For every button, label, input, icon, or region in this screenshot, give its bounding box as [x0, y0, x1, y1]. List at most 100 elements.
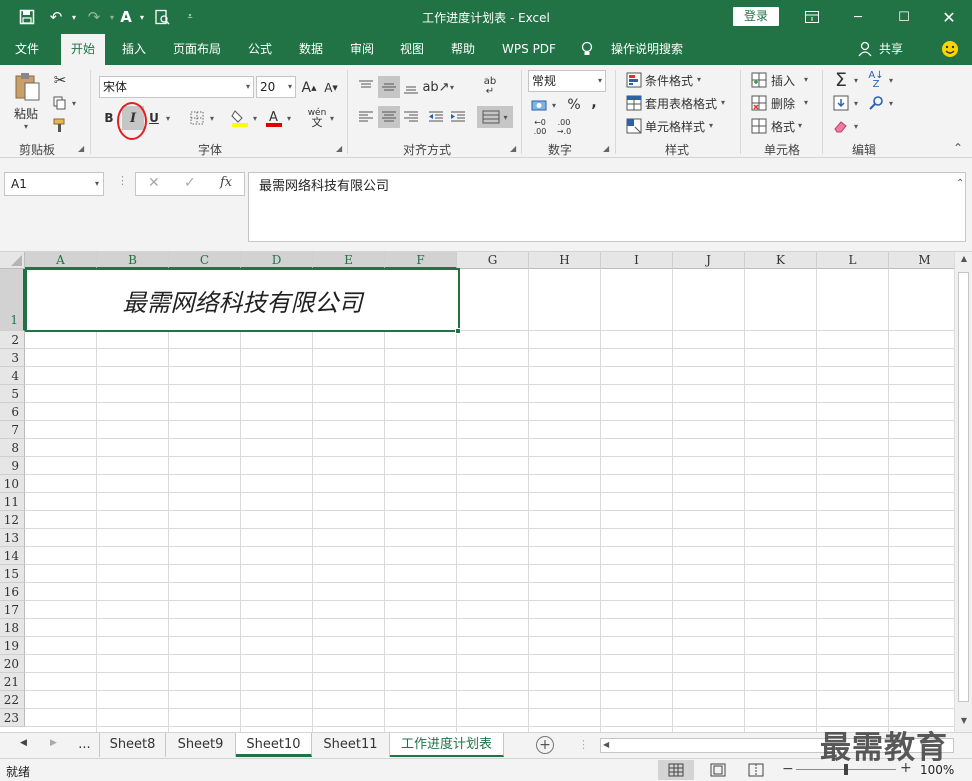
row-header-4[interactable]: 4 [0, 367, 25, 385]
row-header-15[interactable]: 15 [0, 565, 25, 583]
tab-help[interactable]: 帮助 [441, 34, 485, 65]
increase-indent-icon[interactable] [448, 107, 468, 127]
conditional-format-label[interactable]: 条件格式 [645, 72, 693, 89]
paste-icon[interactable] [12, 71, 42, 103]
scroll-up-icon[interactable]: ▲ [957, 254, 971, 268]
row-header-7[interactable]: 7 [0, 421, 25, 439]
align-left-icon[interactable] [356, 107, 376, 127]
alignment-launcher-icon[interactable]: ◢ [510, 144, 516, 153]
share-button[interactable]: 共享 [876, 34, 906, 65]
tab-scroll-left-icon[interactable]: ◀ [20, 738, 27, 748]
accounting-icon[interactable] [530, 95, 550, 115]
row-header-11[interactable]: 11 [0, 493, 25, 511]
collapse-formula-bar-icon[interactable]: ⌃ [956, 178, 964, 189]
phonetic-dropdown-icon[interactable]: ▾ [330, 114, 334, 123]
phonetic-icon[interactable]: wén 文 [306, 105, 328, 131]
copy-dropdown-icon[interactable]: ▾ [72, 99, 76, 108]
font-name-combo[interactable]: 宋体 ▾ [99, 76, 254, 98]
cell-styles-label[interactable]: 单元格样式 [645, 118, 705, 135]
add-sheet-icon[interactable]: + [536, 736, 554, 754]
fill-color-dropdown-icon[interactable]: ▾ [253, 114, 257, 123]
format-cells-dropdown-icon[interactable]: ▾ [798, 121, 802, 130]
number-format-dropdown-icon[interactable]: ▾ [598, 71, 602, 91]
sheet-tab-sheet9[interactable]: Sheet9 [166, 733, 236, 757]
column-header-j[interactable]: J [673, 252, 745, 269]
find-select-dropdown-icon[interactable]: ▾ [889, 99, 893, 108]
delete-cells-icon[interactable] [750, 94, 768, 112]
autosum-dropdown-icon[interactable]: ▾ [854, 76, 858, 85]
fill-handle[interactable] [455, 328, 461, 334]
sort-filter-icon[interactable]: A↓ Z [866, 70, 886, 90]
decrease-font-icon[interactable]: A ▼ [322, 78, 340, 98]
maximize-icon[interactable]: ☐ [881, 0, 927, 34]
insert-cells-dropdown-icon[interactable]: ▾ [804, 75, 808, 84]
insert-cells-icon[interactable] [750, 71, 768, 89]
format-as-table-label[interactable]: 套用表格格式 [645, 95, 717, 112]
column-header-g[interactable]: G [457, 252, 529, 269]
sheet-tab-sheet10[interactable]: Sheet10 [236, 733, 312, 757]
underline-dropdown-icon[interactable]: ▾ [166, 114, 170, 123]
increase-decimal-icon[interactable]: ←0.00 [530, 117, 550, 137]
delete-cells-label[interactable]: 删除 [771, 95, 795, 112]
orientation-icon[interactable]: ab↗ [422, 76, 449, 98]
conditional-format-dropdown-icon[interactable]: ▾ [697, 75, 701, 84]
increase-font-icon[interactable]: A ▲ [300, 78, 318, 98]
number-launcher-icon[interactable]: ◢ [603, 144, 609, 153]
row-header-9[interactable]: 9 [0, 457, 25, 475]
align-middle-icon[interactable] [378, 76, 400, 98]
row-header-10[interactable]: 10 [0, 475, 25, 493]
border-icon[interactable] [188, 108, 206, 128]
tab-view[interactable]: 视图 [391, 34, 433, 65]
column-header-a[interactable]: A [25, 252, 97, 269]
name-box-dropdown-icon[interactable]: ▾ [95, 173, 99, 195]
row-header-20[interactable]: 20 [0, 655, 25, 673]
column-header-b[interactable]: B [97, 252, 169, 269]
conditional-format-icon[interactable] [625, 71, 643, 89]
row-header-6[interactable]: 6 [0, 403, 25, 421]
collapse-ribbon-icon[interactable]: ⌃ [953, 141, 963, 155]
copy-icon[interactable] [50, 93, 70, 113]
merged-cell-a1-f1[interactable]: 最需网络科技有限公司 [25, 268, 460, 332]
row-header-8[interactable]: 8 [0, 439, 25, 457]
accounting-dropdown-icon[interactable]: ▾ [552, 101, 556, 110]
sort-filter-dropdown-icon[interactable]: ▾ [889, 76, 893, 85]
paste-label[interactable]: 粘贴 [14, 105, 38, 122]
smiley-icon[interactable] [940, 34, 960, 65]
column-header-e[interactable]: E [313, 252, 385, 269]
column-header-d[interactable]: D [241, 252, 313, 269]
name-box[interactable]: A1 ▾ [4, 172, 104, 196]
underline-button[interactable]: U [146, 108, 162, 128]
formula-input[interactable]: 最需网络科技有限公司 [248, 172, 966, 242]
align-top-icon[interactable] [356, 77, 376, 97]
sheet-tab-sheet11[interactable]: Sheet11 [312, 733, 390, 757]
more-sheets-button[interactable]: ... [70, 733, 100, 757]
number-format-combo[interactable]: 常规 ▾ [528, 70, 606, 92]
fill-icon[interactable] [832, 93, 850, 113]
cut-icon[interactable]: ✂ [50, 70, 70, 90]
tab-page-layout[interactable]: 页面布局 [165, 34, 229, 65]
minimize-icon[interactable]: ─ [835, 0, 881, 34]
tab-formulas[interactable]: 公式 [239, 34, 281, 65]
font-color-dropdown-icon[interactable]: ▾ [287, 114, 291, 123]
scroll-down-icon[interactable]: ▼ [957, 716, 971, 730]
sheet-tab-sheet8[interactable]: Sheet8 [100, 733, 166, 757]
column-header-l[interactable]: L [817, 252, 889, 269]
column-header-f[interactable]: F [385, 252, 457, 269]
row-header-1[interactable]: 1 [0, 269, 25, 331]
font-size-combo[interactable]: 20 ▾ [256, 76, 296, 98]
comma-button[interactable]: , [587, 93, 601, 113]
clear-icon[interactable] [832, 116, 850, 136]
scroll-left-icon[interactable]: ◀ [603, 740, 609, 749]
row-header-3[interactable]: 3 [0, 349, 25, 367]
format-as-table-icon[interactable] [625, 94, 643, 112]
font-size-dropdown-icon[interactable]: ▾ [288, 77, 292, 97]
normal-view-button[interactable] [658, 760, 694, 780]
row-header-18[interactable]: 18 [0, 619, 25, 637]
tell-me-search[interactable]: 操作说明搜索 [604, 34, 690, 65]
column-header-i[interactable]: I [601, 252, 673, 269]
align-center-icon[interactable] [378, 106, 400, 128]
align-right-icon[interactable] [401, 107, 421, 127]
tab-splitter-icon[interactable]: ⋮ [578, 738, 589, 751]
page-layout-view-button[interactable] [706, 760, 730, 780]
vertical-scroll-thumb[interactable] [958, 272, 969, 702]
